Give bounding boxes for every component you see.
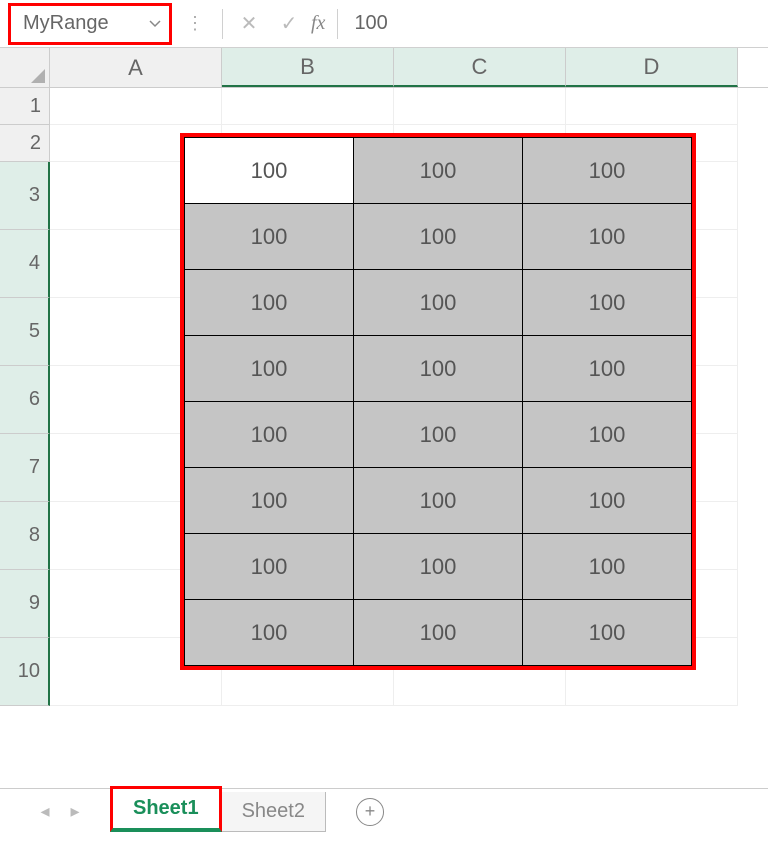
- cell-B4[interactable]: 100: [185, 204, 354, 270]
- column-header-B[interactable]: B: [222, 48, 394, 87]
- row-header-2[interactable]: 2: [0, 125, 50, 162]
- cancel-icon: ✕: [241, 11, 258, 36]
- row-header-10[interactable]: 10: [0, 638, 50, 706]
- cell-C8[interactable]: 100: [354, 468, 523, 534]
- tab-sheet1[interactable]: Sheet1: [110, 786, 222, 832]
- cell-C7[interactable]: 100: [354, 402, 523, 468]
- name-box[interactable]: [15, 8, 145, 40]
- column-header-C[interactable]: C: [394, 48, 566, 87]
- cell-B3[interactable]: 100: [185, 138, 354, 204]
- cell-C6[interactable]: 100: [354, 336, 523, 402]
- add-sheet-button[interactable]: +: [356, 798, 384, 826]
- spreadsheet-grid: A B C D 1 2 3 4 5 6 7 8 9 10: [0, 48, 768, 706]
- cell-D6[interactable]: 100: [523, 336, 692, 402]
- check-icon: ✓: [281, 11, 298, 36]
- table-row: 100100100: [185, 468, 692, 534]
- tab-sheet2[interactable]: Sheet2: [222, 792, 326, 832]
- cancel-button[interactable]: ✕: [229, 8, 269, 40]
- cell-B5[interactable]: 100: [185, 270, 354, 336]
- cell-D8[interactable]: 100: [523, 468, 692, 534]
- select-all-corner[interactable]: [0, 48, 50, 87]
- cell-D10[interactable]: 100: [523, 600, 692, 666]
- table-row: 100100100: [185, 204, 692, 270]
- cell-C9[interactable]: 100: [354, 534, 523, 600]
- row-header-3[interactable]: 3: [0, 162, 50, 230]
- cell-D9[interactable]: 100: [523, 534, 692, 600]
- fx-label[interactable]: fx: [311, 12, 325, 35]
- cell-C10[interactable]: 100: [354, 600, 523, 666]
- table-row: 100100100: [185, 138, 692, 204]
- table-row: 100100100: [185, 534, 692, 600]
- divider-icon: ⋮: [186, 13, 202, 34]
- cell-D5[interactable]: 100: [523, 270, 692, 336]
- separator: [222, 9, 223, 39]
- cell-D7[interactable]: 100: [523, 402, 692, 468]
- tab-nav-next-icon[interactable]: ▸: [60, 801, 90, 822]
- cells-area[interactable]: 100100100 100100100 100100100 100100100 …: [50, 88, 768, 706]
- cell-D3[interactable]: 100: [523, 138, 692, 204]
- cell-B10[interactable]: 100: [185, 600, 354, 666]
- cell-C3[interactable]: 100: [354, 138, 523, 204]
- column-header-D[interactable]: D: [566, 48, 738, 87]
- sheet-tab-bar: ◂ ▸ Sheet1 Sheet2 +: [0, 788, 768, 834]
- tab-nav-prev-icon[interactable]: ◂: [30, 801, 60, 822]
- cell-C5[interactable]: 100: [354, 270, 523, 336]
- formula-bar: ⋮ ✕ ✓ fx: [0, 0, 768, 48]
- table-row: 100100100: [185, 270, 692, 336]
- row-header-4[interactable]: 4: [0, 230, 50, 298]
- cell-D4[interactable]: 100: [523, 204, 692, 270]
- selected-range-overlay[interactable]: 100100100 100100100 100100100 100100100 …: [180, 133, 696, 670]
- row-header-6[interactable]: 6: [0, 366, 50, 434]
- row-header-8[interactable]: 8: [0, 502, 50, 570]
- row-header-5[interactable]: 5: [0, 298, 50, 366]
- row-header-7[interactable]: 7: [0, 434, 50, 502]
- row-header-1[interactable]: 1: [0, 88, 50, 125]
- cell-C4[interactable]: 100: [354, 204, 523, 270]
- row-header-9[interactable]: 9: [0, 570, 50, 638]
- column-header-A[interactable]: A: [50, 48, 222, 87]
- plus-icon: +: [365, 801, 376, 822]
- table-row: 100100100: [185, 402, 692, 468]
- name-box-dropdown-icon[interactable]: [145, 20, 165, 28]
- row-headers: 1 2 3 4 5 6 7 8 9 10: [0, 88, 50, 706]
- column-headers: A B C D: [0, 48, 768, 88]
- confirm-button[interactable]: ✓: [269, 8, 309, 40]
- cell-B8[interactable]: 100: [185, 468, 354, 534]
- table-row: 100100100: [185, 600, 692, 666]
- name-box-container: [8, 3, 172, 45]
- cell-B9[interactable]: 100: [185, 534, 354, 600]
- table-row: 100100100: [185, 336, 692, 402]
- formula-input[interactable]: [344, 8, 760, 40]
- separator: [337, 9, 338, 39]
- cell-B7[interactable]: 100: [185, 402, 354, 468]
- cell-B6[interactable]: 100: [185, 336, 354, 402]
- data-table: 100100100 100100100 100100100 100100100 …: [184, 137, 692, 666]
- tabs-container: Sheet1 Sheet2: [110, 792, 326, 832]
